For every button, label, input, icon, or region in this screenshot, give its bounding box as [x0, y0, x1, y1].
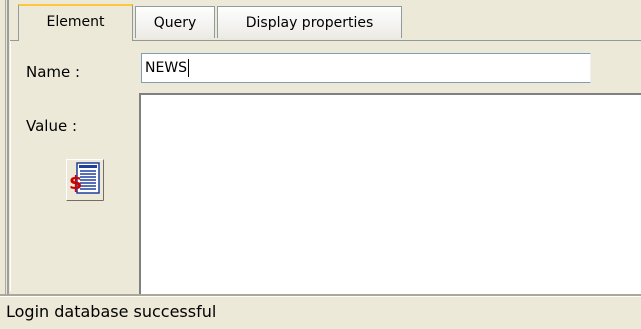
tab-display-properties[interactable]: Display properties: [217, 6, 402, 38]
name-field[interactable]: NEWS: [141, 53, 591, 83]
tab-strip: Element Query Display properties: [10, 0, 641, 41]
tab-display-properties-label: Display properties: [245, 15, 374, 31]
money-document-icon: $: [66, 159, 104, 201]
value-label: Value :: [26, 117, 78, 135]
svg-text:$: $: [69, 172, 82, 194]
status-bar: Login database successful: [0, 294, 641, 329]
money-document-button[interactable]: $: [66, 159, 104, 201]
tab-element[interactable]: Element: [18, 4, 133, 41]
status-text: Login database successful: [6, 302, 217, 321]
tab-element-label: Element: [46, 14, 105, 30]
name-label: Name :: [26, 63, 81, 81]
name-value: NEWS: [145, 60, 188, 76]
left-frame-border: [0, 0, 9, 296]
tab-query-label: Query: [153, 15, 197, 31]
text-caret: [188, 59, 190, 77]
value-textarea[interactable]: [139, 93, 641, 327]
tab-query[interactable]: Query: [135, 6, 215, 38]
element-panel: Name : NEWS Value : $: [10, 41, 641, 327]
